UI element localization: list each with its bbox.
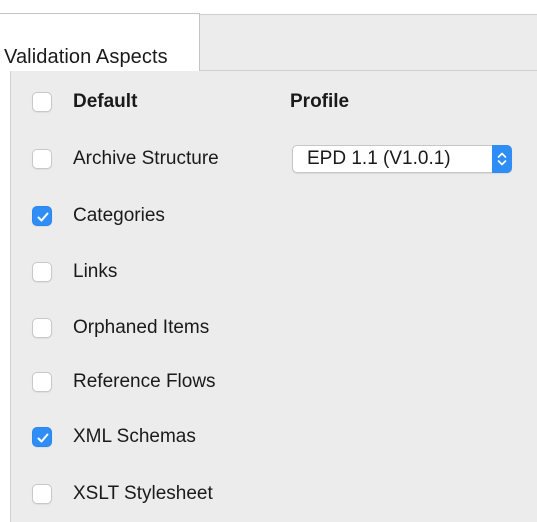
profile-label: Profile <box>290 91 350 112</box>
xslt-stylesheet-checkbox[interactable] <box>32 484 52 504</box>
aspect-row-reference-flows: Reference Flows <box>11 362 537 402</box>
categories-checkbox[interactable] <box>32 206 52 226</box>
aspect-row-xml-schemas: XML Schemas <box>11 417 537 457</box>
aspect-row-archive-structure: Archive Structure EPD 1.1 (V1.0.1) <box>11 139 537 179</box>
xslt-stylesheet-label: XSLT Stylesheet <box>73 483 213 504</box>
profile-select-value: EPD 1.1 (V1.0.1) <box>307 148 451 169</box>
orphaned-items-checkbox[interactable] <box>32 318 52 338</box>
header-row: Default Profile <box>11 82 537 122</box>
checkmark-icon <box>37 212 49 222</box>
aspect-row-categories: Categories <box>11 196 537 236</box>
checkmark-icon <box>37 433 49 443</box>
links-checkbox[interactable] <box>32 262 52 282</box>
tab-validation-aspects[interactable]: Validation Aspects <box>0 13 200 71</box>
aspect-row-xslt-stylesheet: XSLT Stylesheet <box>11 474 537 514</box>
aspect-row-orphaned-items: Orphaned Items <box>11 308 537 348</box>
categories-label: Categories <box>73 205 165 226</box>
tab-label: Validation Aspects <box>4 46 168 68</box>
validation-aspects-panel: Default Profile Archive Structure EPD 1.… <box>10 70 537 522</box>
profile-select[interactable]: EPD 1.1 (V1.0.1) <box>292 145 512 173</box>
chevron-up-down-icon[interactable] <box>492 145 512 173</box>
reference-flows-label: Reference Flows <box>73 371 216 392</box>
aspect-row-links: Links <box>11 252 537 292</box>
validation-window: Validation Aspects Default Profile Archi… <box>0 0 537 522</box>
xml-schemas-label: XML Schemas <box>73 426 196 447</box>
links-label: Links <box>73 261 118 282</box>
default-label: Default <box>73 91 138 112</box>
orphaned-items-label: Orphaned Items <box>73 317 210 338</box>
archive-structure-label: Archive Structure <box>73 148 219 169</box>
default-checkbox[interactable] <box>32 92 52 112</box>
reference-flows-checkbox[interactable] <box>32 372 52 392</box>
archive-structure-checkbox[interactable] <box>32 149 52 169</box>
xml-schemas-checkbox[interactable] <box>32 427 52 447</box>
